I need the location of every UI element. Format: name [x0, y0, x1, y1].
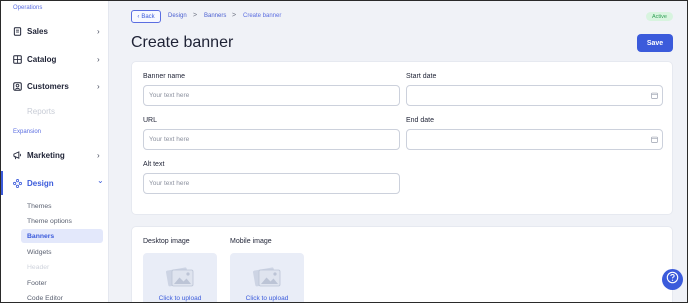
calendar-icon[interactable]	[651, 92, 658, 99]
upload-label: Click to upload	[158, 295, 202, 302]
submenu-item-banners[interactable]: Banners	[21, 229, 103, 243]
breadcrumb-separator: >	[193, 12, 198, 19]
alt-text-label: Alt text	[143, 161, 165, 168]
app-frame: Operations Sales › Catalog › Customers ›…	[0, 0, 688, 303]
design-icon	[13, 178, 22, 188]
alt-text-placeholder: Your text here	[149, 180, 190, 187]
image-icon	[252, 265, 282, 289]
sidebar-item-label: Marketing	[27, 150, 65, 160]
alt-text-input[interactable]: Your text here	[143, 173, 400, 194]
back-label: Back	[141, 13, 155, 20]
breadcrumb-banners[interactable]: Banners	[204, 13, 226, 19]
page-title: Create banner	[131, 34, 234, 51]
chevron-right-icon: ›	[97, 54, 100, 64]
sidebar-item-design[interactable]: Design ⌄	[1, 172, 109, 194]
chevron-down-icon: ⌄	[97, 176, 104, 185]
submenu-item-theme-options[interactable]: Theme options	[21, 214, 103, 228]
url-label: URL	[143, 117, 158, 124]
breadcrumb-separator: >	[232, 12, 237, 19]
megaphone-icon	[13, 150, 22, 160]
document-icon	[13, 26, 22, 36]
url-input[interactable]: Your text here	[143, 129, 400, 150]
sidebar-item-label: Customers	[27, 81, 69, 91]
mobile-image-upload[interactable]: Click to upload	[230, 253, 304, 302]
section-label-operations: Operations	[13, 5, 43, 11]
sidebar-item-customers[interactable]: Customers ›	[1, 75, 109, 97]
status-badge: Active	[646, 12, 673, 21]
chevron-right-icon: ›	[97, 26, 100, 36]
banner-images-card: Desktop image Click to upload Mobile ima…	[131, 226, 673, 302]
sidebar-item-sales[interactable]: Sales ›	[1, 20, 109, 42]
end-date-input[interactable]	[406, 129, 663, 150]
chevron-right-icon: ›	[97, 150, 100, 160]
mobile-image-label: Mobile image	[230, 238, 272, 245]
banner-name-placeholder: Your text here	[149, 92, 190, 99]
sidebar-item-label: Design	[27, 178, 54, 188]
image-icon	[165, 265, 195, 289]
breadcrumb-design[interactable]: Design	[168, 13, 187, 19]
sidebar: Operations Sales › Catalog › Customers ›…	[1, 1, 109, 302]
section-label-expansion: Expansion	[13, 129, 42, 135]
sidebar-item-catalog[interactable]: Catalog ›	[1, 48, 109, 70]
sidebar-item-label: Catalog	[27, 54, 57, 64]
chevron-left-icon: ‹	[137, 13, 140, 20]
sidebar-item-label: Sales	[27, 26, 48, 36]
breadcrumb-current: Create banner	[243, 13, 282, 19]
banner-details-card: Banner name Your text here Start date UR…	[131, 61, 673, 215]
sidebar-item-label: Reports	[27, 106, 56, 116]
back-button[interactable]: ‹ Back	[131, 10, 161, 23]
start-date-label: Start date	[406, 73, 437, 80]
desktop-image-label: Desktop image	[143, 238, 190, 245]
catalog-icon	[13, 54, 22, 64]
desktop-image-upload[interactable]: Click to upload	[143, 253, 217, 302]
chevron-right-icon: ›	[97, 81, 100, 91]
url-placeholder: Your text here	[149, 136, 190, 143]
question-icon	[666, 271, 679, 289]
submenu-item-widgets[interactable]: Widgets	[21, 245, 103, 259]
calendar-icon[interactable]	[651, 136, 658, 143]
submenu-item-themes[interactable]: Themes	[21, 199, 103, 213]
start-date-input[interactable]	[406, 85, 663, 106]
banner-name-input[interactable]: Your text here	[143, 85, 400, 106]
users-icon	[13, 81, 22, 91]
banner-name-label: Banner name	[143, 73, 186, 80]
upload-label: Click to upload	[245, 295, 289, 302]
help-button[interactable]	[662, 269, 683, 290]
save-button[interactable]: Save	[637, 34, 673, 52]
submenu-item-header: Header	[27, 263, 50, 271]
submenu-item-code-editor[interactable]: Code Editor	[21, 291, 103, 302]
sidebar-item-reports: Reports	[1, 100, 109, 122]
sidebar-item-marketing[interactable]: Marketing ›	[1, 144, 109, 166]
submenu-item-footer[interactable]: Footer	[21, 276, 103, 290]
end-date-label: End date	[406, 117, 435, 124]
